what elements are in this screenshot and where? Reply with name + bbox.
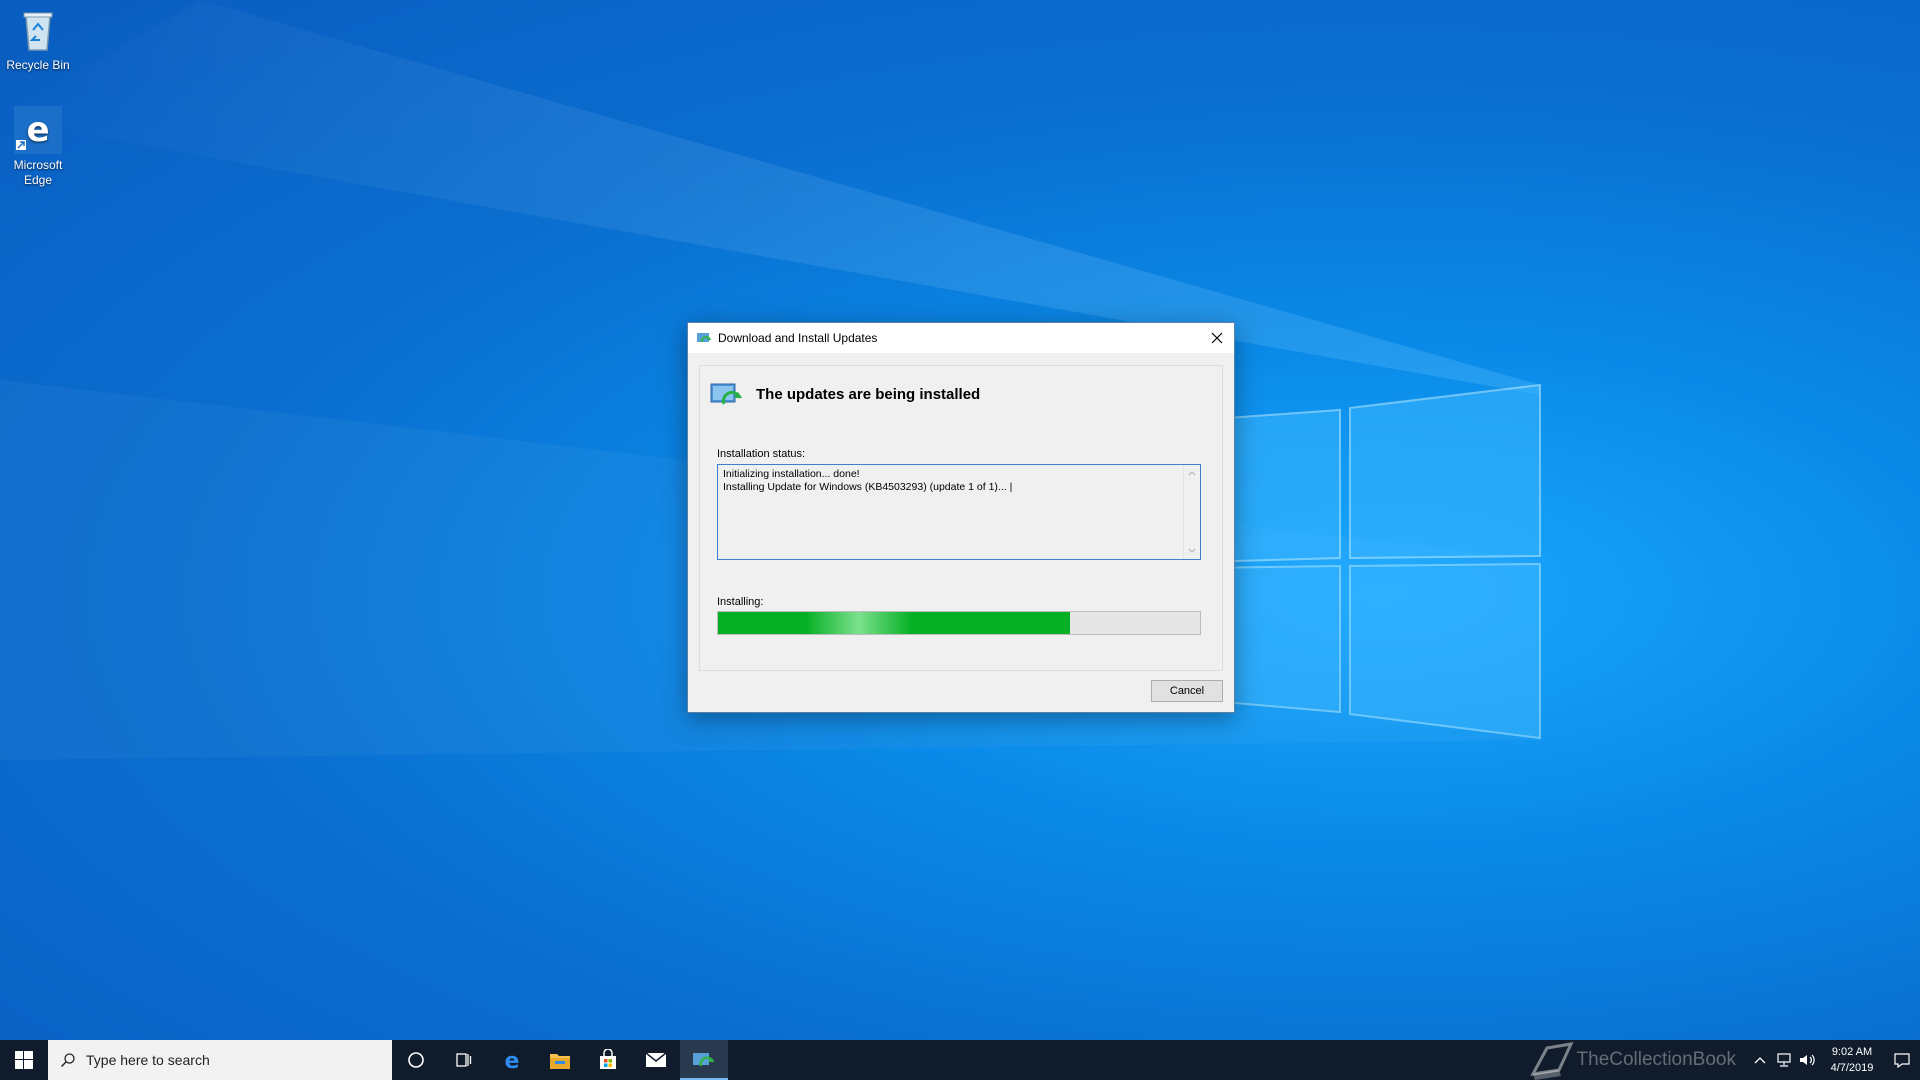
recycle-bin-icon (23, 12, 53, 51)
updates-installing-icon (710, 383, 742, 405)
watermark: TheCollectionBook (1527, 1040, 1736, 1080)
windows-update-icon (697, 333, 711, 343)
taskbar-windows-update-button[interactable] (680, 1040, 728, 1080)
status-line: Initializing installation... done! (723, 468, 860, 480)
download-install-updates-dialog: Download and Install Updates The updates… (687, 322, 1235, 713)
installation-status-label: Installation status: (717, 448, 806, 460)
volume-icon (1800, 1054, 1815, 1066)
action-center-button[interactable] (1884, 1040, 1920, 1080)
taskbar-mail-button[interactable] (632, 1040, 680, 1080)
taskbar-file-explorer-button[interactable] (536, 1040, 584, 1080)
network-button[interactable] (1772, 1040, 1796, 1080)
clock-time: 9:02 AM (1831, 1046, 1873, 1058)
chevron-up-icon (1754, 1057, 1766, 1064)
edge-icon: e (505, 1049, 520, 1071)
cortana-button[interactable] (392, 1040, 440, 1080)
desktop-icon-label: Recycle Bin (6, 58, 70, 72)
network-icon (1777, 1053, 1791, 1067)
start-button[interactable] (0, 1040, 48, 1080)
store-icon (600, 1049, 616, 1069)
task-view-icon (456, 1053, 472, 1067)
cancel-button[interactable]: Cancel (1151, 680, 1223, 702)
cortana-icon (408, 1052, 424, 1068)
scrollbar-arrows (1188, 471, 1196, 553)
close-icon (1211, 332, 1223, 344)
dialog-titlebar[interactable]: Download and Install Updates (688, 323, 1234, 353)
taskbar-edge-button[interactable]: e (488, 1040, 536, 1080)
install-progress-bar (717, 611, 1201, 635)
search-icon (60, 1053, 75, 1068)
installation-status-box[interactable]: Initializing installation... done! Insta… (717, 464, 1201, 560)
volume-button[interactable] (1796, 1040, 1820, 1080)
taskbar-clock[interactable]: 9:02 AM 4/7/2019 (1820, 1044, 1884, 1076)
windows-start-icon (15, 1051, 33, 1069)
show-hidden-icons-button[interactable] (1748, 1040, 1772, 1080)
svg-text:e: e (26, 110, 49, 150)
dialog-heading-text: The updates are being installed (756, 385, 981, 403)
progress-fill (718, 612, 1070, 634)
status-box-scrollbar[interactable] (1183, 465, 1200, 559)
desktop-icon-label: Microsoft Edge (13, 158, 63, 187)
watermark-text: TheCollectionBook (1576, 1049, 1736, 1070)
book-logo-icon (1529, 1042, 1574, 1080)
dialog-heading: The updates are being installed (710, 380, 980, 408)
taskbar: Type here to search e TheCollectionBook … (0, 1040, 1920, 1080)
svg-text:e: e (505, 1049, 520, 1071)
edge-icon: e (14, 106, 62, 154)
notification-icon (1894, 1053, 1910, 1068)
task-view-button[interactable] (440, 1040, 488, 1080)
search-placeholder: Type here to search (86, 1052, 210, 1068)
dialog-content-panel: The updates are being installed Installa… (699, 365, 1223, 671)
mail-icon (645, 1052, 667, 1067)
clock-date: 4/7/2019 (1830, 1062, 1874, 1074)
desktop-icon-recycle-bin[interactable]: Recycle Bin (0, 6, 78, 73)
dialog-title: Download and Install Updates (718, 331, 878, 345)
installing-label: Installing: (717, 596, 764, 608)
taskbar-search-box[interactable]: Type here to search (48, 1040, 392, 1080)
close-button[interactable] (1200, 323, 1234, 353)
status-line: Installing Update for Windows (KB4503293… (723, 481, 1013, 493)
system-tray: TheCollectionBook 9:02 AM 4/7/2019 (1527, 1040, 1920, 1080)
windows-update-icon (693, 1053, 715, 1067)
file-explorer-icon (550, 1054, 570, 1069)
desktop-icon-microsoft-edge[interactable]: e Microsoft Edge (0, 106, 78, 188)
taskbar-store-button[interactable] (584, 1040, 632, 1080)
